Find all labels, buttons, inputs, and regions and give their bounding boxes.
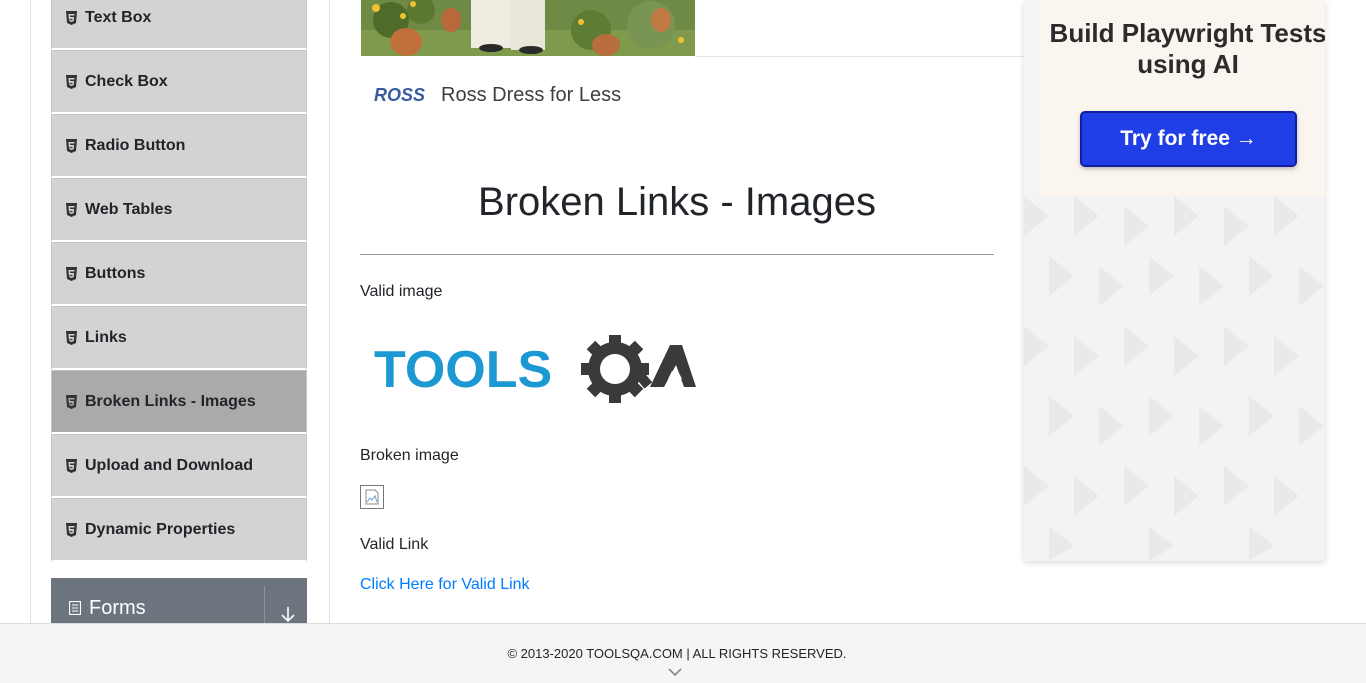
broken-image (360, 485, 384, 509)
toolsqa-logo-image: TOOLS (374, 335, 696, 403)
group-header-forms[interactable]: Forms (51, 578, 307, 623)
html5-icon (66, 138, 77, 153)
ross-logo: ROSS (374, 84, 426, 105)
sidebar-item-label: Links (85, 328, 127, 346)
sidebar-item-buttons[interactable]: Buttons (51, 242, 307, 306)
ad-banner-image[interactable] (361, 0, 695, 56)
ad-divider (695, 56, 1025, 57)
sidebar-item-text-box[interactable]: Text Box (51, 0, 307, 50)
broken-image-icon (365, 489, 379, 505)
valid-link[interactable]: Click Here for Valid Link (360, 576, 530, 594)
ad-brand-row[interactable]: ROSS Ross Dress for Less (374, 80, 621, 110)
sidebar-item-upload-and-download[interactable]: Upload and Download (51, 434, 307, 498)
sidebar-item-web-tables[interactable]: Web Tables (51, 178, 307, 242)
sidebar-item-broken-links-images[interactable]: Broken Links - Images (51, 370, 307, 434)
sidebar-item-label: Buttons (85, 264, 146, 282)
chevron-down-icon[interactable] (667, 666, 683, 678)
ad-card: Build Playwright Tests using AI Try for … (1038, 0, 1325, 196)
html5-icon (66, 394, 77, 409)
toolsqa-logo-text: TOOLS (374, 341, 552, 399)
arrow-down-icon[interactable] (279, 605, 297, 623)
html5-icon (66, 74, 77, 89)
right-ad-panel[interactable]: Build Playwright Tests using AI Try for … (1024, 0, 1325, 561)
left-sidebar: Text Box Check Box Radio Button Web Tabl… (30, 0, 330, 623)
footer: © 2013-2020 TOOLSQA.COM | ALL RIGHTS RES… (0, 623, 1366, 683)
sidebar-item-label: Broken Links - Images (85, 392, 256, 410)
ad-brand-name: Ross Dress for Less (441, 83, 622, 106)
page-title: Broken Links - Images (478, 180, 876, 224)
sidebar-item-dynamic-properties[interactable]: Dynamic Properties (51, 498, 307, 562)
valid-image-label: Valid image (360, 283, 443, 300)
html5-icon (66, 266, 77, 281)
title-divider (360, 254, 994, 255)
footer-copyright: © 2013-2020 TOOLSQA.COM | ALL RIGHTS RES… (507, 646, 847, 661)
sidebar-item-label: Radio Button (85, 136, 186, 154)
html5-icon (66, 202, 77, 217)
html5-icon (66, 330, 77, 345)
ad-triangle-pattern (1024, 196, 1325, 561)
page-scrollbar[interactable] (1354, 0, 1366, 683)
valid-link-label: Valid Link (360, 536, 429, 553)
html5-icon (66, 458, 77, 473)
sidebar-item-label: Check Box (85, 72, 168, 90)
gear-icon (581, 335, 653, 403)
html5-icon (66, 10, 77, 25)
document-icon (69, 601, 81, 615)
sidebar-item-links[interactable]: Links (51, 306, 307, 370)
sidebar-item-label: Dynamic Properties (85, 520, 236, 538)
html5-icon (66, 522, 77, 537)
ad-title: Build Playwright Tests using AI (1049, 18, 1325, 79)
group-header-divider (264, 586, 265, 623)
sidebar-item-check-box[interactable]: Check Box (51, 50, 307, 114)
sidebar-item-label: Web Tables (85, 200, 173, 218)
sidebar-item-label: Upload and Download (85, 456, 253, 474)
group-header-label: Forms (89, 596, 146, 619)
sidebar-item-radio-button[interactable]: Radio Button (51, 114, 307, 178)
garden-photo-image (361, 0, 695, 56)
broken-image-label: Broken image (360, 447, 459, 464)
element-menu-list: Text Box Check Box Radio Button Web Tabl… (51, 0, 307, 562)
sidebar-item-label: Text Box (85, 8, 152, 26)
try-for-free-button[interactable]: Try for free → (1080, 111, 1297, 167)
